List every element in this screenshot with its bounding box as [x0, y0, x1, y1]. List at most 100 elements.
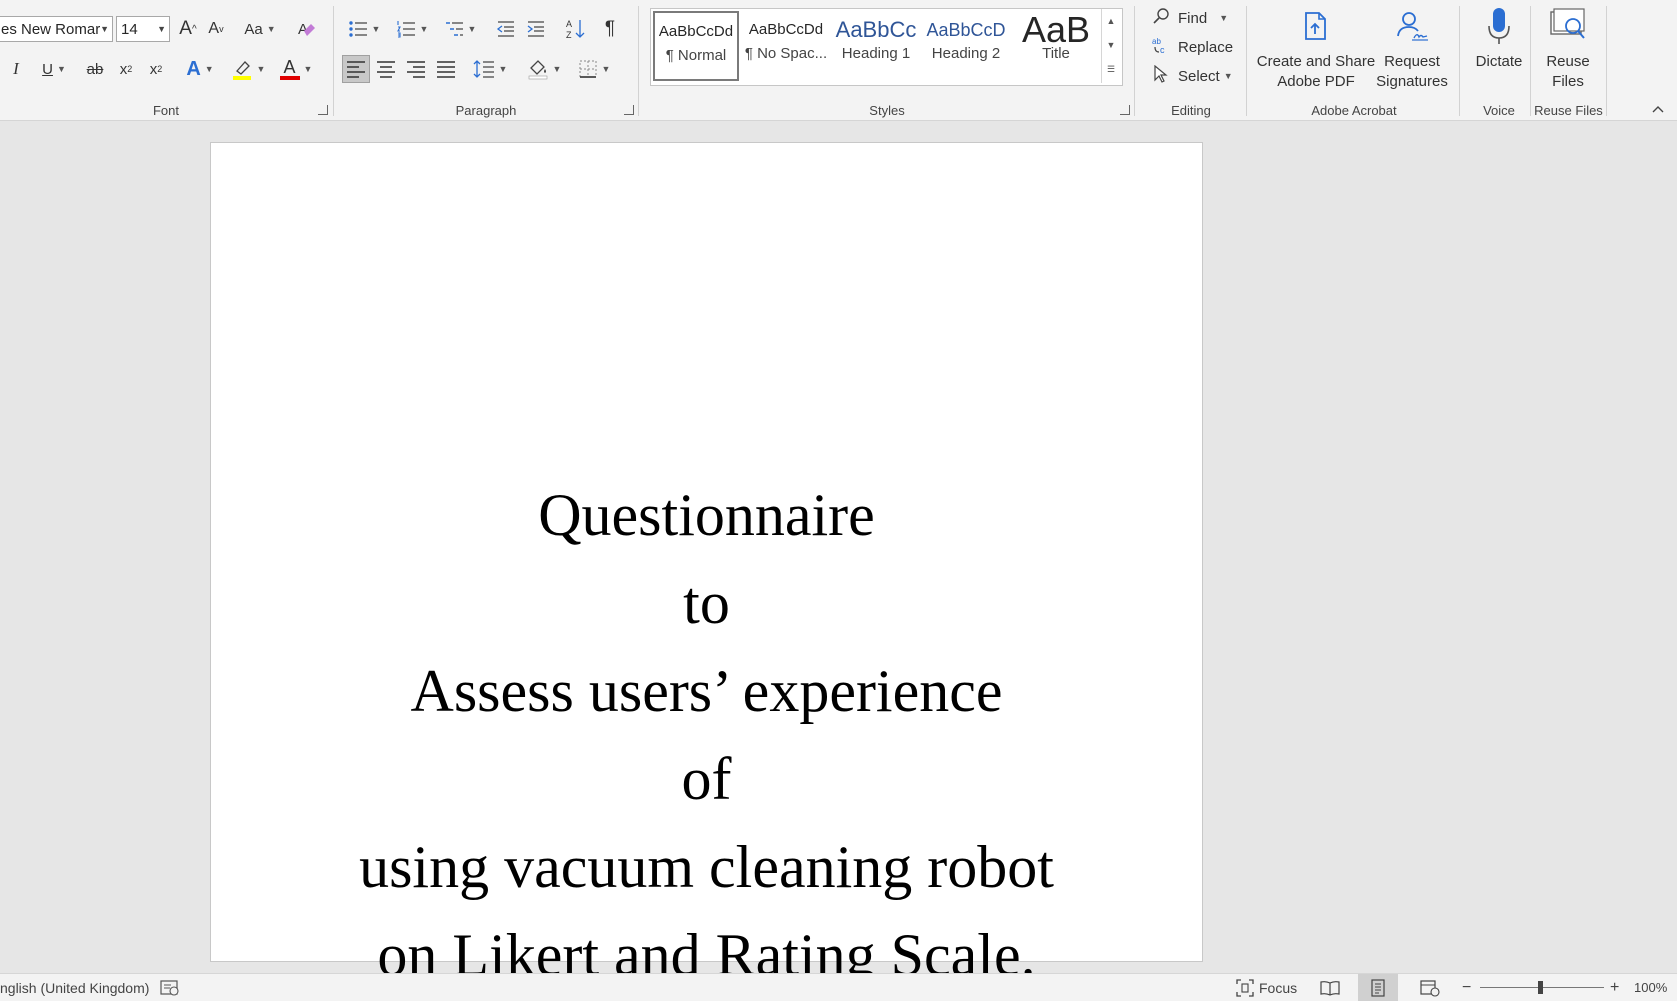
font-color-swatch: [279, 76, 300, 80]
bullets-button[interactable]: ▼: [344, 16, 384, 42]
style-heading-1[interactable]: AaBbCc Heading 1: [833, 11, 919, 81]
decrease-indent-button[interactable]: [494, 16, 518, 42]
focus-label: Focus: [1259, 979, 1298, 996]
separator: [1459, 6, 1460, 116]
dictate-button[interactable]: Dictate: [1464, 6, 1534, 72]
clear-formatting-button[interactable]: A: [294, 16, 320, 42]
chevron-down-icon[interactable]: ▼: [157, 24, 166, 34]
focus-button[interactable]: Focus: [1236, 974, 1297, 1001]
separator: [1134, 6, 1135, 116]
increase-indent-icon: [527, 21, 544, 37]
document-page[interactable]: Questionnaire to Assess users’ experienc…: [210, 142, 1203, 988]
font-group-label: Font: [152, 103, 179, 118]
superscript-button[interactable]: x2: [144, 56, 168, 82]
select-button[interactable]: Select ▼: [1152, 64, 1233, 88]
strikethrough-button[interactable]: ab: [82, 56, 108, 82]
style-title[interactable]: AaB Title: [1013, 11, 1099, 81]
style-heading-2[interactable]: AaBbCcD Heading 2: [923, 11, 1009, 81]
sort-icon: AZ: [566, 19, 585, 40]
pdf-share-icon: [1296, 6, 1336, 46]
reuse-files-button[interactable]: Reuse Files: [1534, 6, 1602, 92]
subscript-button[interactable]: x2: [114, 56, 138, 82]
borders-button[interactable]: ▼: [574, 56, 614, 82]
underline-button[interactable]: U ▼: [34, 56, 74, 82]
read-mode-button[interactable]: [1320, 974, 1340, 1001]
pilcrow-icon: ¶: [604, 18, 616, 39]
accessibility-button[interactable]: [160, 974, 180, 1001]
shrink-font-button[interactable]: Av: [204, 16, 228, 42]
font-size-combo[interactable]: 14 ▼: [116, 16, 170, 42]
justify-button[interactable]: [432, 56, 460, 82]
styles-dialog-launcher[interactable]: [1120, 105, 1130, 115]
styles-group-label: Styles: [869, 103, 905, 118]
font-color-button[interactable]: A ▼: [276, 56, 316, 82]
search-icon: [1152, 7, 1172, 29]
chevron-up-icon[interactable]: ▲: [1102, 9, 1120, 33]
document-body[interactable]: Questionnaire to Assess users’ experienc…: [211, 471, 1202, 999]
italic-button[interactable]: I: [6, 56, 26, 82]
request-signatures-button[interactable]: Request Signatures: [1372, 6, 1452, 92]
replace-label: Replace: [1178, 38, 1234, 56]
zoom-in-button[interactable]: +: [1610, 974, 1619, 1001]
paint-bucket-icon: [528, 60, 547, 80]
line-spacing-button[interactable]: ▼: [470, 56, 510, 82]
chevron-down-icon[interactable]: ▼: [100, 24, 109, 34]
style-normal[interactable]: AaBbCcDd ¶ Normal: [653, 11, 739, 81]
highlighter-icon: [232, 61, 251, 80]
collapse-ribbon-button[interactable]: [1648, 100, 1668, 118]
reuse-files-icon: [1548, 6, 1588, 46]
paragraph-dialog-launcher[interactable]: [624, 105, 634, 115]
clear-formatting-icon: A: [298, 21, 315, 38]
styles-gallery: AaBbCcDd ¶ Normal AaBbCcDd ¶ No Spac... …: [650, 8, 1123, 86]
chevron-down-icon: ▼: [498, 64, 508, 74]
microphone-icon: [1479, 6, 1519, 46]
chevron-down-icon[interactable]: ▼: [1102, 33, 1120, 57]
style-no-spacing[interactable]: AaBbCcDd ¶ No Spac...: [743, 11, 829, 81]
zoom-out-button[interactable]: −: [1462, 974, 1471, 1001]
align-right-button[interactable]: [402, 56, 430, 82]
font-dialog-launcher[interactable]: [318, 105, 328, 115]
font-name-value: es New Romar: [1, 20, 101, 38]
svg-text:A: A: [566, 19, 572, 29]
chevron-up-icon: [1652, 106, 1664, 113]
chevron-down-icon: ▼: [56, 64, 66, 74]
title-line: to: [683, 570, 730, 636]
highlight-color-button[interactable]: ▼: [228, 56, 268, 82]
numbering-icon: [396, 21, 415, 38]
zoom-level[interactable]: 100%: [1634, 974, 1667, 1001]
grow-font-button[interactable]: A ^: [176, 16, 200, 42]
separator: [1246, 6, 1247, 116]
increase-indent-button[interactable]: [524, 16, 548, 42]
title-line: Assess users’ experience: [410, 658, 1003, 724]
multilevel-list-icon: [445, 22, 463, 36]
change-case-button[interactable]: Aa ▼: [240, 16, 280, 42]
print-layout-button[interactable]: [1358, 974, 1398, 1001]
more-styles-icon[interactable]: ☰: [1102, 57, 1120, 81]
align-center-icon: [377, 61, 395, 78]
align-center-button[interactable]: [372, 56, 400, 82]
font-name-combo[interactable]: es New Romar ▼: [0, 16, 113, 42]
paragraph-group-label: Paragraph: [455, 103, 517, 118]
chevron-down-icon: ▼: [204, 64, 214, 74]
chevron-down-icon: ▼: [419, 24, 429, 34]
zoom-thumb[interactable]: [1538, 981, 1543, 994]
web-layout-button[interactable]: [1420, 974, 1440, 1001]
shading-button[interactable]: ▼: [524, 56, 564, 82]
multilevel-list-button[interactable]: ▼: [440, 16, 480, 42]
numbering-button[interactable]: ▼: [392, 16, 432, 42]
reuse-files-group-label: Reuse Files: [1534, 103, 1603, 118]
show-formatting-marks-button[interactable]: ¶: [598, 16, 622, 42]
find-button[interactable]: Find ▼: [1152, 6, 1228, 30]
text-effects-button[interactable]: A ▼: [180, 56, 220, 82]
signature-icon: [1392, 6, 1432, 46]
select-label: Select: [1178, 67, 1220, 85]
sort-button[interactable]: AZ: [562, 16, 588, 42]
language-indicator[interactable]: nglish (United Kingdom): [0, 974, 149, 1001]
styles-gallery-scroll: ▲ ▼ ☰: [1101, 9, 1120, 83]
chevron-down-icon: ▼: [601, 64, 611, 74]
justify-icon: [437, 61, 455, 78]
replace-button[interactable]: ab c Replace: [1152, 35, 1233, 59]
create-share-pdf-button[interactable]: Create and Share Adobe PDF: [1256, 6, 1376, 92]
align-left-button[interactable]: [342, 55, 370, 83]
zoom-slider[interactable]: [1480, 974, 1604, 1001]
